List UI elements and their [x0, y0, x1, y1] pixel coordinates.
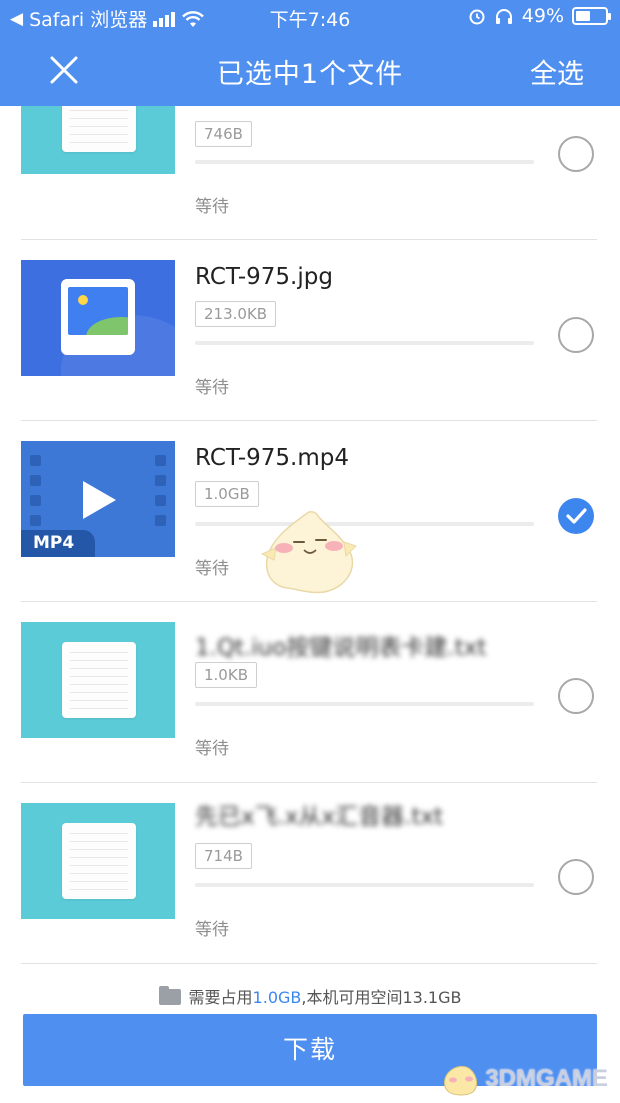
- file-name: 1.Qt.iuo按键说明表卡建.txt: [195, 635, 487, 661]
- headphones-icon: [495, 9, 512, 24]
- app-header: ◀ Safari 浏览器 下午7:46 49% 已选中1个文件 全选: [0, 0, 620, 106]
- file-size-badge: 1.0KB: [195, 662, 257, 688]
- storage-required-value: 1.0GB: [252, 988, 302, 1007]
- document-icon: [62, 823, 136, 899]
- file-item[interactable]: 1.Qt.iuo按键说明表卡建.txt 1.0KB 等待: [0, 602, 620, 783]
- file-size-badge: 1.0GB: [195, 481, 259, 507]
- file-item[interactable]: 先已x飞.x从x汇音器.txt 714B 等待: [0, 783, 620, 964]
- select-radio[interactable]: [558, 317, 594, 353]
- select-radio[interactable]: [558, 859, 594, 895]
- document-thumbnail: [21, 803, 175, 919]
- document-thumbnail: [21, 106, 175, 174]
- file-item[interactable]: RCT-975.jpg 213.0KB 等待: [0, 240, 620, 421]
- file-name: 先已x飞.x从x汇音器.txt: [195, 804, 444, 830]
- file-name: RCT-975.mp4: [195, 445, 349, 471]
- file-status: 等待: [195, 378, 229, 398]
- image-thumbnail: [21, 260, 175, 376]
- video-thumbnail: MP4: [21, 441, 175, 557]
- picture-icon: [68, 287, 128, 335]
- document-icon: [62, 106, 136, 152]
- document-icon: [62, 642, 136, 718]
- file-item[interactable]: 746B 等待: [0, 106, 620, 240]
- select-radio-checked[interactable]: [558, 498, 594, 534]
- battery-icon: [572, 7, 611, 25]
- document-thumbnail: [21, 622, 175, 738]
- download-progress-bar: [195, 883, 534, 887]
- file-status: 等待: [195, 559, 229, 579]
- nav-bar: 已选中1个文件 全选: [0, 36, 620, 106]
- battery-percent: 49%: [521, 5, 564, 27]
- video-format-label: MP4: [21, 530, 95, 557]
- download-progress-bar: [195, 160, 534, 164]
- download-progress-bar: [195, 522, 534, 526]
- play-icon: [83, 481, 116, 519]
- storage-available-label: ,本机可用空间13.1GB: [301, 988, 462, 1007]
- alarm-icon: [469, 9, 485, 25]
- file-list[interactable]: 746B 等待 RCT-975.jpg 213.0KB 等待 MP4 RCT-9…: [0, 106, 620, 964]
- file-status: 等待: [195, 739, 229, 759]
- divider: [21, 963, 597, 964]
- file-status: 等待: [195, 197, 229, 217]
- file-size-badge: 746B: [195, 121, 252, 147]
- status-right: 49%: [468, 5, 611, 27]
- battery-fill: [576, 11, 590, 21]
- file-name: RCT-975.jpg: [195, 264, 333, 290]
- file-size-badge: 213.0KB: [195, 301, 277, 327]
- download-progress-bar: [195, 341, 534, 345]
- page-title: 已选中1个文件: [216, 59, 404, 90]
- file-item[interactable]: MP4 RCT-975.mp4 1.0GB 等待: [0, 421, 620, 602]
- file-status: 等待: [195, 920, 229, 940]
- select-all-button[interactable]: 全选: [530, 52, 584, 91]
- storage-info: 需要占用1.0GB,本机可用空间13.1GB: [0, 984, 620, 1008]
- select-radio[interactable]: [558, 678, 594, 714]
- checkmark-icon: [566, 508, 587, 524]
- status-bar: ◀ Safari 浏览器 下午7:46 49%: [0, 0, 620, 36]
- download-progress-bar: [195, 702, 534, 706]
- download-button[interactable]: 下载: [23, 1014, 597, 1086]
- folder-icon: [158, 986, 181, 1005]
- file-size-badge: 714B: [195, 843, 252, 869]
- select-radio[interactable]: [558, 136, 594, 172]
- storage-required-label: 需要占用: [188, 988, 253, 1007]
